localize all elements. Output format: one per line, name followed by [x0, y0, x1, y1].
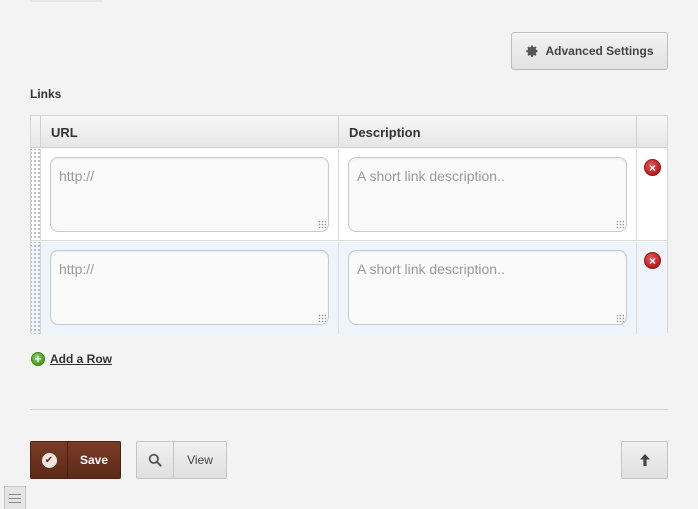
view-button[interactable]: View	[136, 441, 227, 479]
gear-icon	[526, 45, 539, 57]
column-header-url: URL	[41, 116, 339, 148]
drag-handle[interactable]	[31, 149, 41, 240]
view-label: View	[187, 453, 213, 467]
description-cell	[339, 149, 637, 240]
description-input[interactable]	[348, 157, 627, 232]
remove-icon[interactable]: ×	[644, 159, 661, 176]
url-cell	[41, 149, 339, 240]
table-row: ×	[31, 149, 667, 241]
url-input[interactable]	[50, 157, 329, 232]
description-cell	[339, 242, 637, 334]
divider	[30, 409, 668, 410]
view-icon-box	[137, 442, 174, 478]
menu-line	[9, 501, 21, 503]
plus-icon: +	[31, 352, 45, 366]
save-button[interactable]: ✔ Save	[30, 441, 121, 479]
links-section-label: Links	[30, 87, 62, 101]
menu-handle-icon[interactable]	[4, 486, 26, 509]
scroll-to-top-button[interactable]	[621, 441, 668, 479]
advanced-settings-label: Advanced Settings	[545, 44, 654, 58]
url-input[interactable]	[50, 250, 329, 325]
column-header-description-label: Description	[349, 125, 421, 140]
top-tab-edge	[30, 0, 102, 2]
menu-line	[9, 493, 21, 495]
column-header-url-label: URL	[51, 125, 78, 140]
menu-line	[9, 497, 21, 499]
table-header: URL Description	[31, 116, 667, 148]
header-grip-cell	[31, 116, 41, 148]
add-row-label[interactable]: Add a Row	[50, 352, 112, 366]
search-icon	[148, 453, 162, 467]
column-header-description: Description	[339, 116, 637, 148]
table-row: ×	[31, 242, 667, 334]
url-cell	[41, 242, 339, 334]
add-row-button[interactable]: + Add a Row	[31, 352, 112, 366]
advanced-settings-button[interactable]: Advanced Settings	[511, 32, 668, 70]
save-label: Save	[79, 453, 109, 467]
drag-handle[interactable]	[31, 242, 41, 334]
save-icon-box: ✔	[31, 442, 68, 478]
links-table: URL Description × ×	[30, 115, 668, 334]
description-input[interactable]	[348, 250, 627, 325]
arrow-up-icon	[639, 454, 650, 466]
remove-icon[interactable]: ×	[644, 252, 661, 269]
checkmark-icon: ✔	[41, 452, 57, 468]
